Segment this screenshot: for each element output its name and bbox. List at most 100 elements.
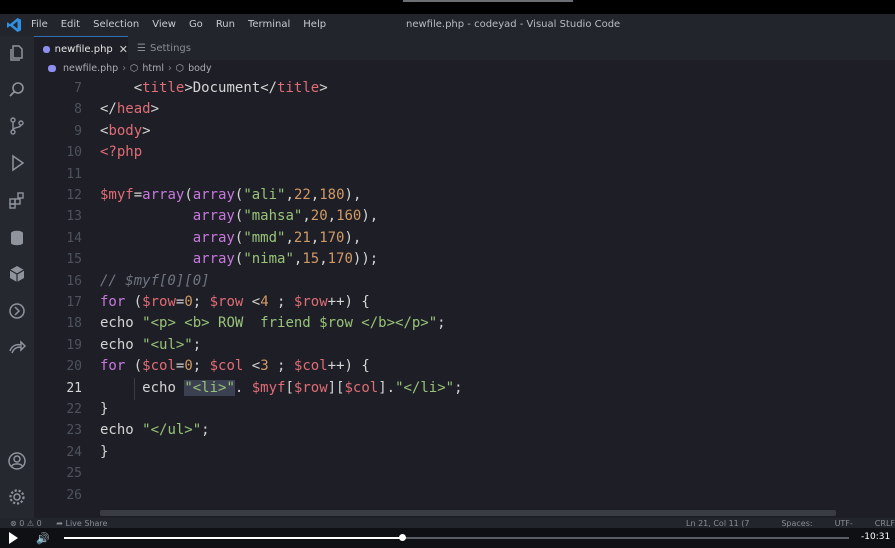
line-number: 12 xyxy=(66,188,82,203)
line-number: 19 xyxy=(66,337,82,353)
line-number: 23 xyxy=(66,423,82,439)
line-code: <?php xyxy=(100,144,143,161)
problems-indicator[interactable]: ⊗ 0 ⚠ 0 xyxy=(10,519,42,528)
code-line[interactable]: 18 echo "<p> <b> ROW friend $row </b></p>… xyxy=(34,313,895,334)
line-number: 13 xyxy=(66,209,82,225)
code-line[interactable]: 15 array("nima",15,170)); xyxy=(34,249,895,270)
code-line[interactable]: 8 </head> xyxy=(34,99,895,120)
chevron-right-icon: › xyxy=(122,62,127,74)
tab-settings[interactable]: ☰ Settings xyxy=(130,36,214,60)
php-file-icon xyxy=(48,64,56,72)
menu-go[interactable]: Go xyxy=(189,19,203,30)
line-number: 11 xyxy=(66,166,82,182)
code-line[interactable]: 11 xyxy=(34,164,895,185)
chevron-right-icon: › xyxy=(167,62,172,74)
top-mark xyxy=(403,0,573,2)
menu-view[interactable]: View xyxy=(152,19,176,30)
code-line[interactable]: 12 $myf=array(array("ali",22,180), xyxy=(34,185,895,206)
code-line[interactable]: 19 echo "<ul>"; xyxy=(34,335,895,356)
line-code: for ($col=0; $col <3 ; $col++) { xyxy=(100,358,370,375)
search-icon[interactable] xyxy=(7,80,27,100)
line-number: 16 xyxy=(66,273,82,289)
line-code: <body> xyxy=(100,122,151,139)
line-code: } xyxy=(100,401,109,417)
account-icon[interactable] xyxy=(7,451,27,471)
menu-edit[interactable]: Edit xyxy=(61,19,80,30)
code-line[interactable]: 20 for ($col=0; $col <3 ; $col++) { xyxy=(34,356,895,377)
line-code: for ($row=0; $row <4 ; $row++) { xyxy=(100,294,370,310)
code-line[interactable]: 23 echo "</ul>"; xyxy=(34,420,895,441)
menu-bar: File Edit Selection View Go Run Terminal… xyxy=(31,19,326,30)
line-code: </head> xyxy=(100,101,160,118)
tab-newfile[interactable]: newfile.php ✕ xyxy=(34,36,128,61)
menu-help[interactable]: Help xyxy=(303,19,326,30)
gear-icon[interactable] xyxy=(7,487,27,507)
breadcrumb-item[interactable]: html xyxy=(142,63,164,74)
title-bar: File Edit Selection View Go Run Terminal… xyxy=(0,14,895,36)
line-number: 7 xyxy=(74,81,82,96)
code-line[interactable]: 10 <?php xyxy=(34,142,895,163)
package-icon[interactable] xyxy=(7,264,27,284)
line-number: 8 xyxy=(74,102,82,118)
element-icon: ⬡ xyxy=(175,62,185,74)
line-number: 24 xyxy=(66,444,82,460)
line-number: 26 xyxy=(66,487,82,503)
line-code: $myf=array(array("ali",22,180), xyxy=(100,187,362,203)
volume-icon[interactable]: 🔊 xyxy=(36,532,50,545)
code-line[interactable]: 16 // $myf[0][0] xyxy=(34,271,895,292)
code-line[interactable]: 13 array("mahsa",20,160), xyxy=(34,206,895,227)
video-top-bar xyxy=(0,0,895,14)
close-icon[interactable]: ✕ xyxy=(119,43,128,56)
tab-bar: newfile.php ✕ ☰ Settings xyxy=(34,36,895,61)
code-line[interactable]: 24} xyxy=(34,442,895,463)
database-icon[interactable] xyxy=(7,228,27,248)
code-line[interactable]: 9 <body> xyxy=(34,121,895,142)
line-code: <title>Document</title> xyxy=(133,80,328,96)
menu-selection[interactable]: Selection xyxy=(93,19,139,30)
line-number: 17 xyxy=(66,295,82,310)
settings-list-icon: ☰ xyxy=(137,42,146,54)
remote-icon[interactable] xyxy=(7,301,27,321)
line-number: 15 xyxy=(66,252,82,268)
seek-knob[interactable] xyxy=(398,534,406,541)
live-share-icon[interactable] xyxy=(7,338,27,358)
tab-label: newfile.php xyxy=(54,43,113,55)
menu-run[interactable]: Run xyxy=(216,19,235,30)
code-line[interactable]: 21 echo "<li>". $myf[$row][$col]."</li>"… xyxy=(34,378,895,399)
activity-bar xyxy=(0,36,34,518)
line-code: echo "<p> <b> ROW friend $row </b></p>"; xyxy=(100,315,446,332)
code-line[interactable]: 17 for ($row=0; $row <4 ; $row++) { xyxy=(34,292,895,313)
time-remaining: -10:31 xyxy=(861,532,891,542)
line-code: array("mmd",21,170), xyxy=(192,229,362,246)
menu-terminal[interactable]: Terminal xyxy=(248,19,290,30)
line-code: array("nima",15,170)); xyxy=(192,251,379,268)
code-line[interactable]: 25 xyxy=(34,463,895,484)
code-editor[interactable]: 7 <title>Document</title> 8 </head> 9 <body>… xyxy=(34,78,895,508)
source-control-icon[interactable] xyxy=(7,116,27,136)
code-line[interactable]: 22} xyxy=(34,399,895,420)
seek-progress xyxy=(64,537,402,539)
extensions-icon[interactable] xyxy=(7,191,27,211)
vscode-logo-icon xyxy=(7,18,21,32)
live-share-status[interactable]: ➦ Live Share xyxy=(56,519,107,528)
line-number: 14 xyxy=(66,230,82,246)
breadcrumb-item[interactable]: body xyxy=(188,63,212,74)
line-code: echo "<li>". $myf[$row][$col]."</li>"; xyxy=(142,379,463,396)
video-player-controls: 🔊 -10:31 xyxy=(0,528,895,548)
line-code: echo "<ul>"; xyxy=(100,336,202,353)
code-line[interactable]: 7 <title>Document</title> xyxy=(34,78,895,99)
live-share-icon: ➦ xyxy=(56,519,63,528)
run-debug-icon[interactable] xyxy=(7,153,27,173)
horizontal-scrollbar[interactable] xyxy=(100,510,836,516)
play-icon[interactable] xyxy=(9,532,18,544)
code-line[interactable]: 14 array("mmd",21,170), xyxy=(34,228,895,249)
line-code: } xyxy=(100,443,109,460)
line-number: 22 xyxy=(66,402,82,417)
line-code: // $myf[0][0] xyxy=(100,272,210,289)
code-line[interactable]: 26 xyxy=(34,485,895,506)
menu-file[interactable]: File xyxy=(31,19,48,30)
breadcrumb-item[interactable]: newfile.php xyxy=(63,63,118,74)
line-code: echo "</ul>"; xyxy=(100,422,210,439)
php-file-icon xyxy=(43,45,50,53)
explorer-icon[interactable] xyxy=(7,43,27,63)
